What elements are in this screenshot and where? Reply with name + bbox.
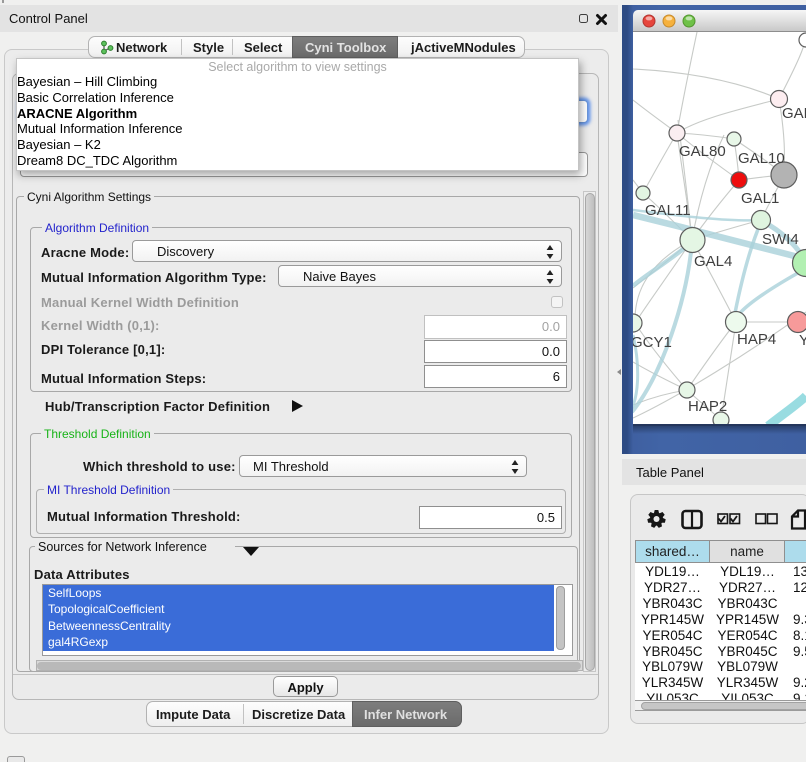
svg-text:GAL4: GAL4 — [694, 253, 732, 270]
svg-text:YM: YM — [799, 332, 806, 349]
svg-text:HAP4: HAP4 — [737, 331, 776, 348]
svg-text:GAL10: GAL10 — [738, 150, 785, 167]
svg-text:GAL1: GAL1 — [741, 190, 779, 207]
svg-text:GAL7: GAL7 — [782, 105, 806, 122]
svg-text:HAP2: HAP2 — [688, 398, 727, 415]
svg-text:GAL11: GAL11 — [645, 202, 691, 219]
svg-text:GAL80: GAL80 — [679, 143, 726, 160]
svg-text:GCY1: GCY1 — [633, 334, 672, 351]
svg-text:SWI4: SWI4 — [762, 231, 799, 248]
